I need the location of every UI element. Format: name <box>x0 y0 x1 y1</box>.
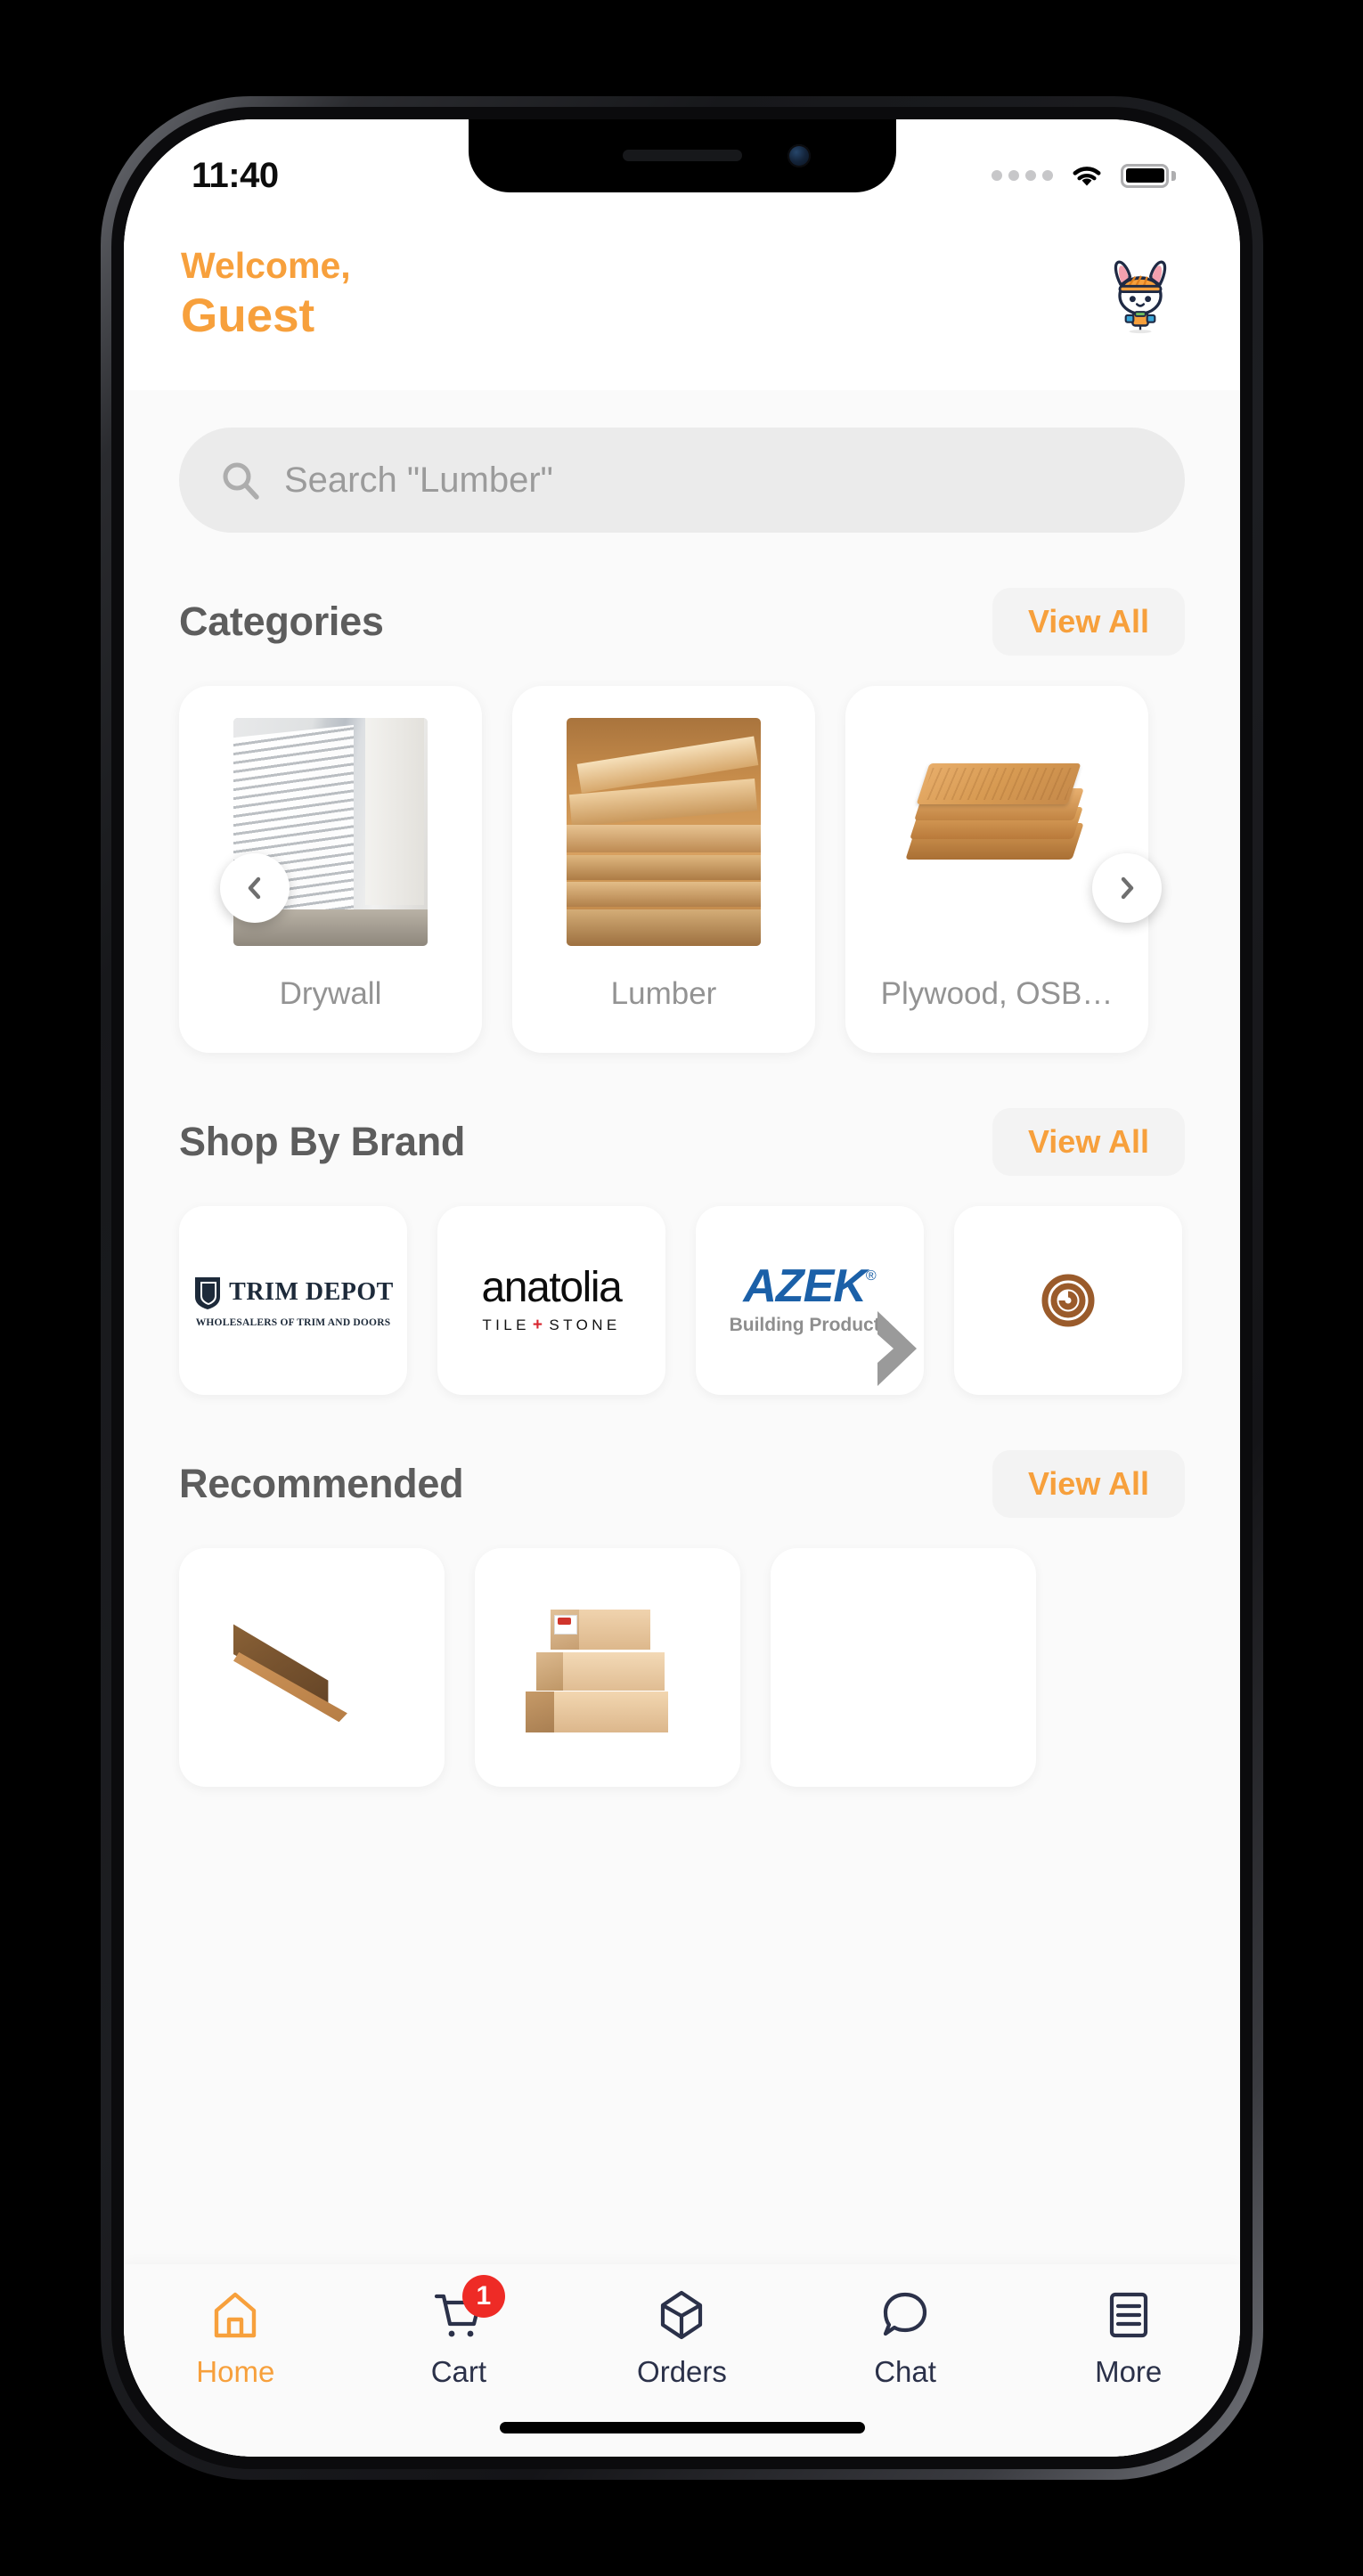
registered-trademark-icon: ® <box>865 1268 877 1284</box>
search-placeholder: Search "Lumber" <box>284 460 553 500</box>
nav-label: More <box>1095 2355 1163 2388</box>
status-indicators <box>992 162 1176 189</box>
brand-name: AZEK <box>743 1259 867 1312</box>
main-scroll-area[interactable]: Search "Lumber" Categories View All Dryw… <box>124 390 1240 2457</box>
chevron-right-icon <box>1121 876 1134 900</box>
nav-label: Chat <box>874 2355 936 2388</box>
plus-icon: + <box>532 1315 547 1334</box>
home-indicator[interactable] <box>499 2422 865 2433</box>
brands-header: Shop By Brand View All <box>124 1108 1240 1176</box>
lumber-stack-photo <box>567 718 761 946</box>
nav-label: Home <box>196 2355 275 2388</box>
user-name: Guest <box>181 289 315 342</box>
phone-screen: 11:40 Welcome, Guest Search "Lumber" Cat… <box>124 119 1240 2457</box>
app-header: Welcome, Guest <box>124 212 1240 390</box>
brands-view-all-button[interactable]: View All <box>992 1108 1185 1176</box>
nav-label: Cart <box>430 2355 487 2388</box>
section-title-recommended: Recommended <box>179 1461 464 1506</box>
brand-card[interactable] <box>954 1206 1182 1395</box>
search-input[interactable]: Search "Lumber" <box>179 428 1185 533</box>
category-label: Lumber <box>610 976 717 1011</box>
brand-card[interactable]: TRIM DEPOT WHOLESALERS OF TRIM AND DOORS <box>179 1206 407 1395</box>
box-icon <box>661 2290 703 2340</box>
welcome-greeting: Welcome, <box>181 245 351 287</box>
menu-icon <box>1109 2292 1147 2338</box>
search-icon <box>223 462 259 500</box>
wifi-icon <box>1073 167 1101 186</box>
categories-prev-button[interactable] <box>220 853 290 923</box>
nav-label: Orders <box>637 2355 727 2388</box>
phone-frame: 11:40 Welcome, Guest Search "Lumber" Cat… <box>101 96 1263 2480</box>
search-section: Search "Lumber" <box>124 390 1240 533</box>
notch <box>468 119 896 192</box>
categories-header: Categories View All <box>124 588 1240 656</box>
cart-badge: 1 <box>461 2275 505 2318</box>
chevron-left-icon <box>248 876 261 900</box>
chevron-right-icon <box>877 1310 917 1386</box>
anatolia-logo: anatolia TILE + STONE <box>437 1263 665 1335</box>
bunny-mascot-avatar[interactable] <box>1098 250 1183 336</box>
brand-card[interactable]: anatolia TILE + STONE <box>437 1206 665 1395</box>
categories-view-all-button[interactable]: View All <box>992 588 1185 656</box>
battery-full-icon <box>1121 163 1176 188</box>
spiral-brand-logo <box>1041 1274 1095 1327</box>
brands-rail[interactable]: TRIM DEPOT WHOLESALERS OF TRIM AND DOORS… <box>124 1206 1240 1395</box>
stacked-lumber-boards-photo <box>518 1592 697 1743</box>
nav-item-cart[interactable]: 1 Cart <box>379 2275 539 2389</box>
brand-tagline: WHOLESALERS OF TRIM AND DOORS <box>195 1317 391 1328</box>
partial-product-photo <box>814 1592 992 1743</box>
categories-next-button[interactable] <box>1092 853 1162 923</box>
status-time: 11:40 <box>192 155 279 195</box>
brand-tagline: TILE + STONE <box>482 1315 621 1334</box>
signal-dots-icon <box>992 170 1053 181</box>
nav-item-chat[interactable]: Chat <box>825 2287 985 2389</box>
nav-item-home[interactable]: Home <box>155 2287 315 2389</box>
screenshot-root: 11:40 Welcome, Guest Search "Lumber" Cat… <box>0 0 1363 2576</box>
category-card[interactable]: Lumber <box>512 686 815 1053</box>
nav-item-more[interactable]: More <box>1049 2287 1209 2389</box>
brown-lumber-board-photo <box>223 1592 401 1743</box>
nav-item-orders[interactable]: Orders <box>601 2287 762 2389</box>
product-card[interactable] <box>771 1548 1036 1787</box>
product-card[interactable] <box>179 1548 445 1787</box>
brand-name: TRIM DEPOT <box>229 1277 394 1306</box>
plywood-sheets-photo <box>900 718 1094 946</box>
product-card[interactable] <box>475 1548 740 1787</box>
shield-icon <box>195 1276 221 1309</box>
category-label: Drywall <box>279 976 382 1011</box>
recommended-rail[interactable] <box>124 1548 1240 1787</box>
recommended-view-all-button[interactable]: View All <box>992 1450 1185 1518</box>
section-title-brands: Shop By Brand <box>179 1119 466 1164</box>
earpiece-speaker <box>622 150 742 161</box>
welcome-block: Welcome, Guest <box>181 244 351 342</box>
section-title-categories: Categories <box>179 599 384 644</box>
recommended-header: Recommended View All <box>124 1450 1240 1518</box>
category-label: Plywood, OSB… <box>880 976 1114 1011</box>
brand-card[interactable]: AZEK ® Building Products <box>696 1206 924 1395</box>
brand-name: anatolia <box>481 1263 623 1311</box>
home-icon <box>215 2292 257 2338</box>
chat-icon <box>883 2292 927 2336</box>
trim-depot-logo: TRIM DEPOT WHOLESALERS OF TRIM AND DOORS <box>179 1274 407 1328</box>
front-camera <box>787 144 811 167</box>
categories-rail[interactable]: Drywall Lumber Plywood, OSB… <box>124 686 1240 1053</box>
azek-logo: AZEK ® Building Products <box>696 1259 924 1386</box>
